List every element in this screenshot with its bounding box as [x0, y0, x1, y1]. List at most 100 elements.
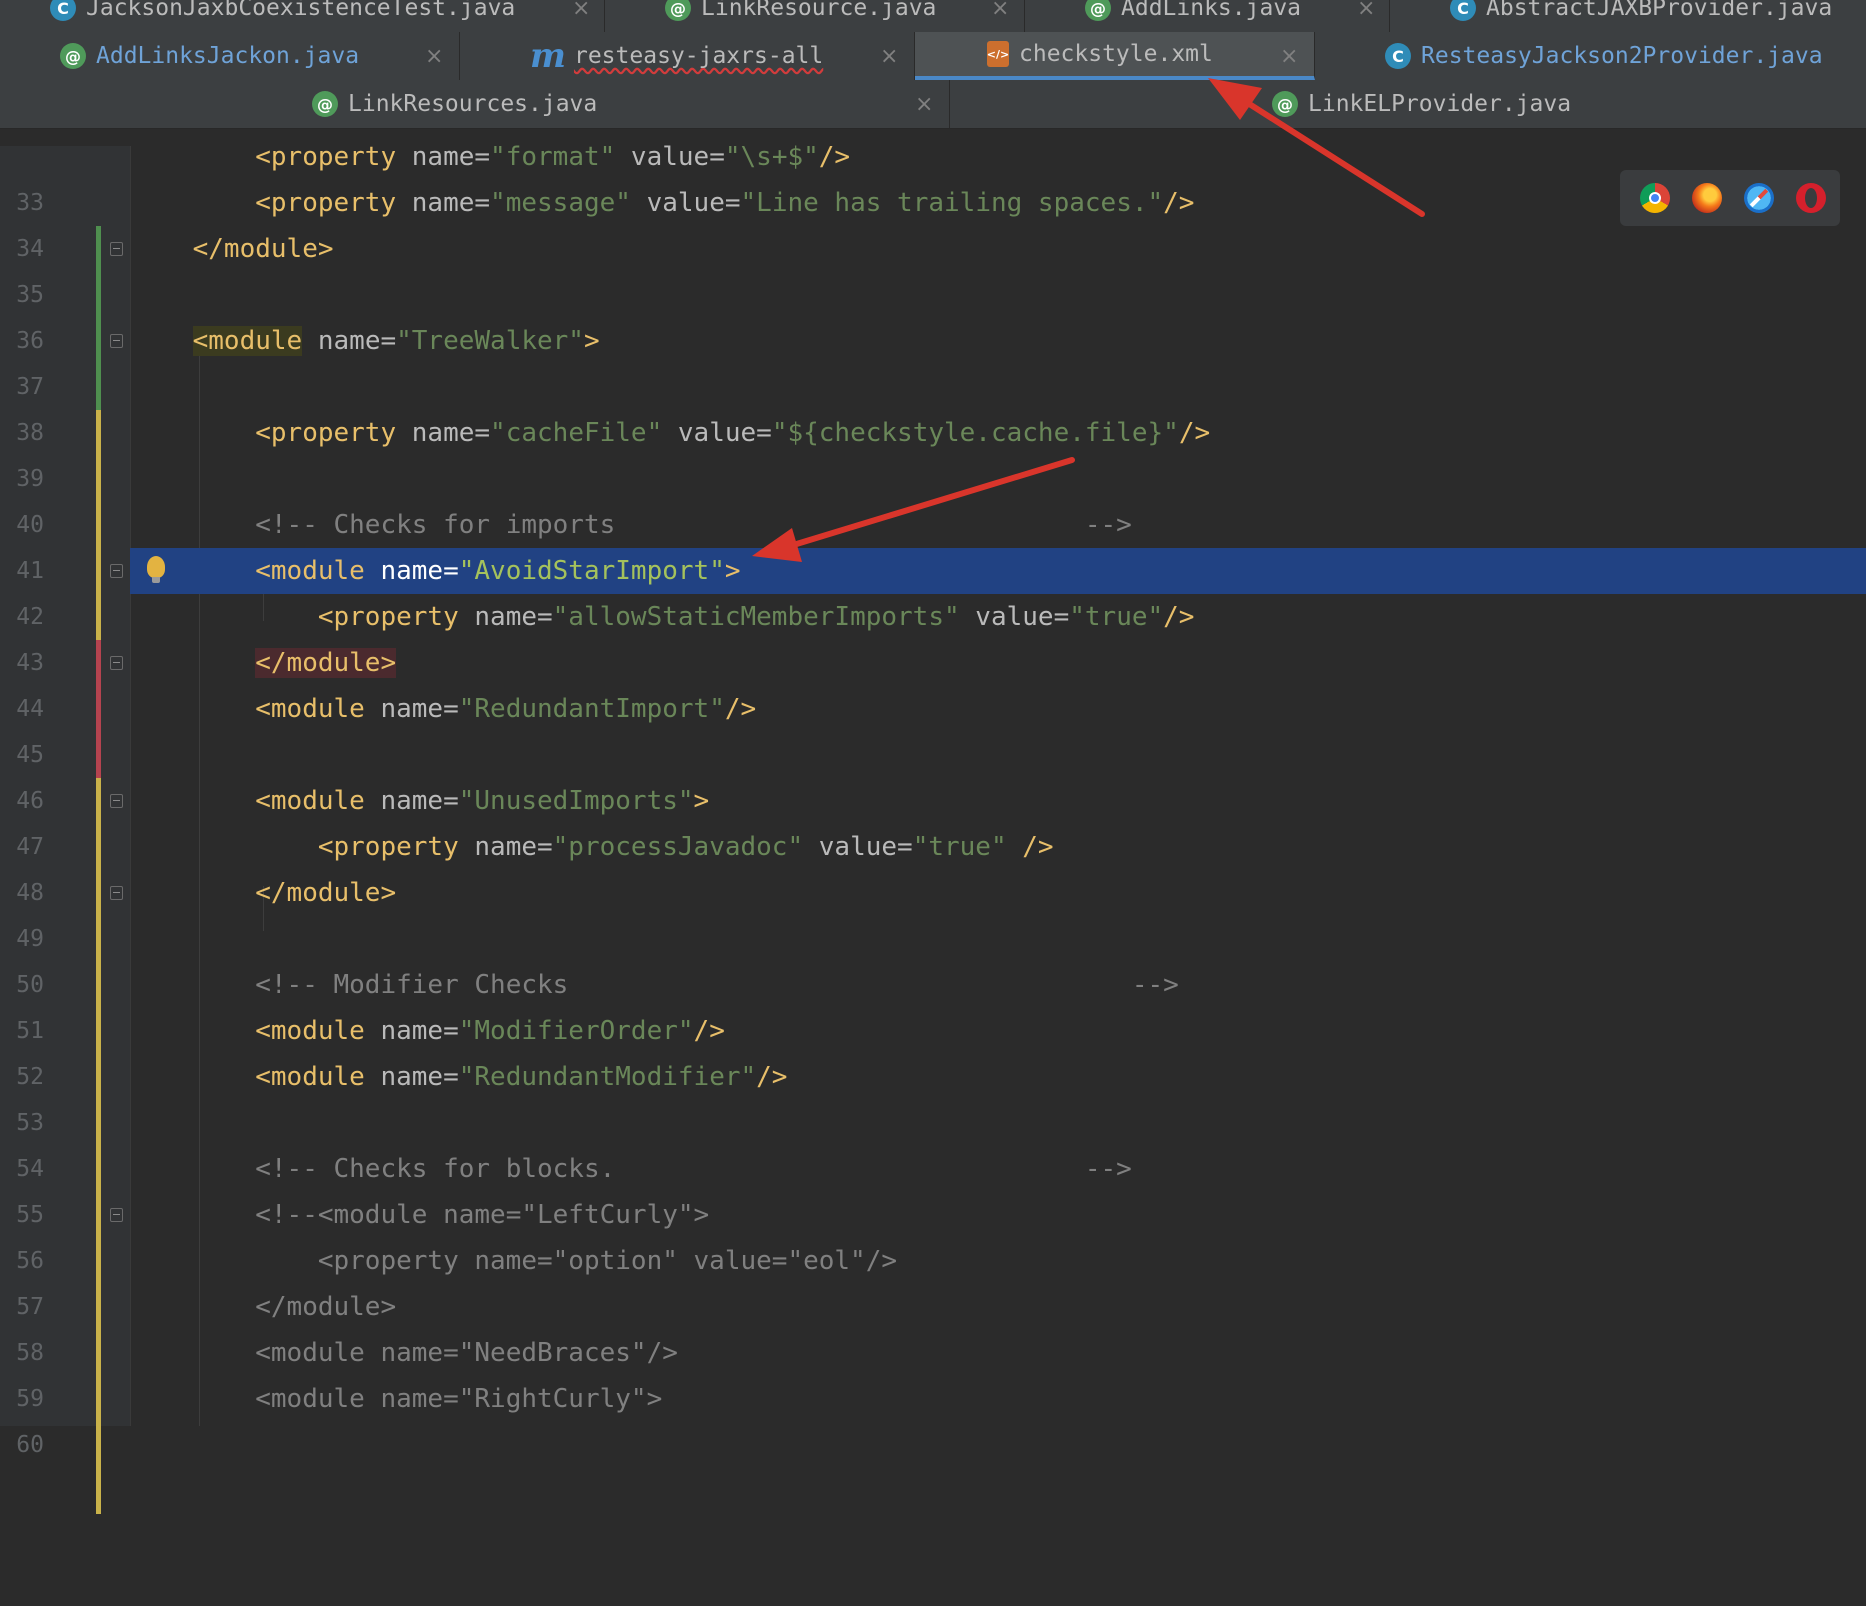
code-text: <property name="option" value="eol"/> [317, 1246, 898, 1276]
tab-label: AbstractJAXBProvider.java [1486, 0, 1833, 21]
code-line-33: 33 <property name="format" value="\s+$"/… [0, 134, 1866, 272]
xml-file-icon: </> [987, 41, 1009, 67]
tab-linkresource[interactable]: @ LinkResource.java × [605, 0, 1025, 32]
editor-tab-row-2: @ AddLinksJackon.java × m resteasy-jaxrs… [0, 32, 1866, 81]
fold-icon[interactable] [110, 886, 123, 900]
tab-jacksonjaxbcoexistencetest[interactable]: C JacksonJaxbCoexistenceTest.java × [0, 0, 605, 32]
close-icon[interactable]: × [915, 80, 933, 128]
class-icon: C [1385, 43, 1411, 69]
change-marker [96, 1422, 101, 1468]
fold-icon[interactable] [110, 1208, 123, 1222]
code-line-36: 36 [0, 272, 1866, 410]
tab-label: checkstyle.xml [1019, 41, 1213, 67]
annotation-icon: @ [1085, 0, 1111, 21]
code-text: <module name="NeedBraces"/> [255, 1338, 678, 1368]
maven-icon: m [530, 36, 566, 76]
code-text: <module name="RightCurly"> [255, 1384, 663, 1414]
code-text: <!--<module name="LeftCurly"> [255, 1200, 710, 1230]
annotation-icon: @ [312, 91, 338, 117]
code-text: <module name="ModifierOrder"/> [255, 1016, 725, 1046]
code-line-46: 46 [0, 732, 1866, 870]
fold-icon[interactable] [110, 564, 123, 578]
code-line-45: 45 <module name="RedundantImport"/> [0, 686, 1866, 824]
close-icon[interactable]: × [425, 32, 443, 80]
code-line-60: 60 <module name="RightCurly"> [0, 1376, 1866, 1514]
annotation-icon: @ [60, 43, 86, 69]
code-line-59: 59 <module name="NeedBraces"/> [0, 1330, 1866, 1468]
code-line-54: 54 [0, 1100, 1866, 1238]
fold-icon[interactable] [110, 656, 123, 670]
editor-tab-row-1: C JacksonJaxbCoexistenceTest.java × @ Li… [0, 0, 1866, 33]
firefox-icon[interactable] [1692, 183, 1722, 213]
code-text: <!-- Modifier Checks --> [255, 970, 1179, 1000]
tab-addlinksjackon[interactable]: @ AddLinksJackon.java × [0, 32, 460, 80]
line-number: 60 [16, 1432, 44, 1458]
tab-linkelprovider[interactable]: @ LinkELProvider.java [950, 80, 1866, 128]
fold-icon[interactable] [110, 334, 123, 348]
code-line-55: 55 <!-- Checks for blocks. --> [0, 1146, 1866, 1284]
code-text: <module name="RedundantModifier"/> [255, 1062, 788, 1092]
close-icon[interactable]: × [880, 32, 898, 80]
code-text: <!-- Checks for imports --> [255, 510, 1132, 540]
fold-icon[interactable] [110, 242, 123, 256]
code-text: </module> [255, 1292, 397, 1322]
code-text: <module name="TreeWalker"> [192, 326, 600, 356]
tab-label: ResteasyJackson2Provider.java [1421, 43, 1823, 69]
code-line-57: 57 <property name="option" value="eol"/> [0, 1238, 1866, 1376]
change-marker [96, 1468, 101, 1514]
chrome-icon[interactable] [1640, 183, 1670, 213]
code-line-38: 38 [0, 364, 1866, 502]
code-line-37: 37 <module name="TreeWalker"> [0, 318, 1866, 456]
browser-preview-toolbar [1620, 170, 1840, 226]
code-line-39: 39 <property name="cacheFile" value="${c… [0, 410, 1866, 548]
close-icon[interactable]: × [991, 0, 1009, 32]
tab-resteasyjackson2provider[interactable]: C ResteasyJackson2Provider.java [1315, 32, 1866, 80]
tab-linkresources[interactable]: @ LinkResources.java × [0, 80, 950, 128]
fold-icon[interactable] [110, 794, 123, 808]
code-text: </module> [255, 878, 397, 908]
class-icon: C [1450, 0, 1476, 21]
code-line-56: 56 <!--<module name="LeftCurly"> [0, 1192, 1866, 1330]
tab-abstractjaxbprovider[interactable]: C AbstractJAXBProvider.java [1390, 0, 1866, 32]
code-text: <property name="cacheFile" value="${chec… [255, 418, 1211, 448]
close-icon[interactable]: × [1357, 0, 1375, 32]
code-line-58: 58 </module> [0, 1284, 1866, 1422]
code-text: <property name="processJavadoc" value="t… [317, 832, 1054, 862]
editor-tab-row-3: @ LinkResources.java × @ LinkELProvider.… [0, 80, 1866, 129]
code-line-40: 40 [0, 456, 1866, 594]
code-line-52: 52 <module name="ModifierOrder"/> [0, 1008, 1866, 1146]
tab-label: resteasy-jaxrs-all [573, 43, 824, 69]
class-icon: C [50, 0, 76, 21]
code-line-51: 51 <!-- Modifier Checks --> [0, 962, 1866, 1100]
code-text: <!-- Checks for blocks. --> [255, 1154, 1132, 1184]
code-text: <module name="UnusedImports"> [255, 786, 710, 816]
tab-resteasy-jaxrs-all[interactable]: m resteasy-jaxrs-all × [460, 32, 915, 80]
code-line-47: 47 <module name="UnusedImports"> [0, 778, 1866, 916]
safari-icon[interactable] [1744, 183, 1774, 213]
tab-label: AddLinks.java [1121, 0, 1302, 21]
close-icon[interactable]: × [572, 0, 590, 32]
code-text: <property name="allowStaticMemberImports… [317, 602, 1195, 632]
code-text: <property name="message" value="Line has… [255, 188, 1195, 218]
code-line-35: 35 </module> [0, 226, 1866, 364]
tab-checkstyle-xml[interactable]: </> checkstyle.xml × [915, 32, 1315, 80]
annotation-icon: @ [665, 0, 691, 21]
tab-addlinks[interactable]: @ AddLinks.java × [1025, 0, 1390, 32]
code-editor[interactable]: 33 <property name="format" value="\s+$"/… [0, 142, 1866, 1514]
annotation-icon: @ [1272, 91, 1298, 117]
code-line-44: 44 </module> [0, 640, 1866, 778]
code-line-48: 48 <property name="processJavadoc" value… [0, 824, 1866, 962]
opera-icon[interactable] [1796, 183, 1826, 213]
code-line-34: 34 <property name="message" value="Line … [0, 180, 1866, 318]
tab-label: AddLinksJackon.java [96, 43, 360, 69]
code-text: <module name="RedundantImport"/> [255, 694, 757, 724]
code-line-41: 41 <!-- Checks for imports --> [0, 502, 1866, 640]
code-text: <module name="AvoidStarImport"> [255, 556, 741, 586]
close-icon[interactable]: × [1280, 32, 1298, 80]
code-line-49: 49 </module> [0, 870, 1866, 1008]
code-line-42: 42 <module name="AvoidStarImport"> [0, 548, 1866, 686]
tab-label: LinkResources.java [348, 91, 598, 117]
code-text: </module> [255, 648, 397, 678]
tab-label: LinkELProvider.java [1308, 91, 1572, 117]
code-line-50: 50 [0, 916, 1866, 1054]
